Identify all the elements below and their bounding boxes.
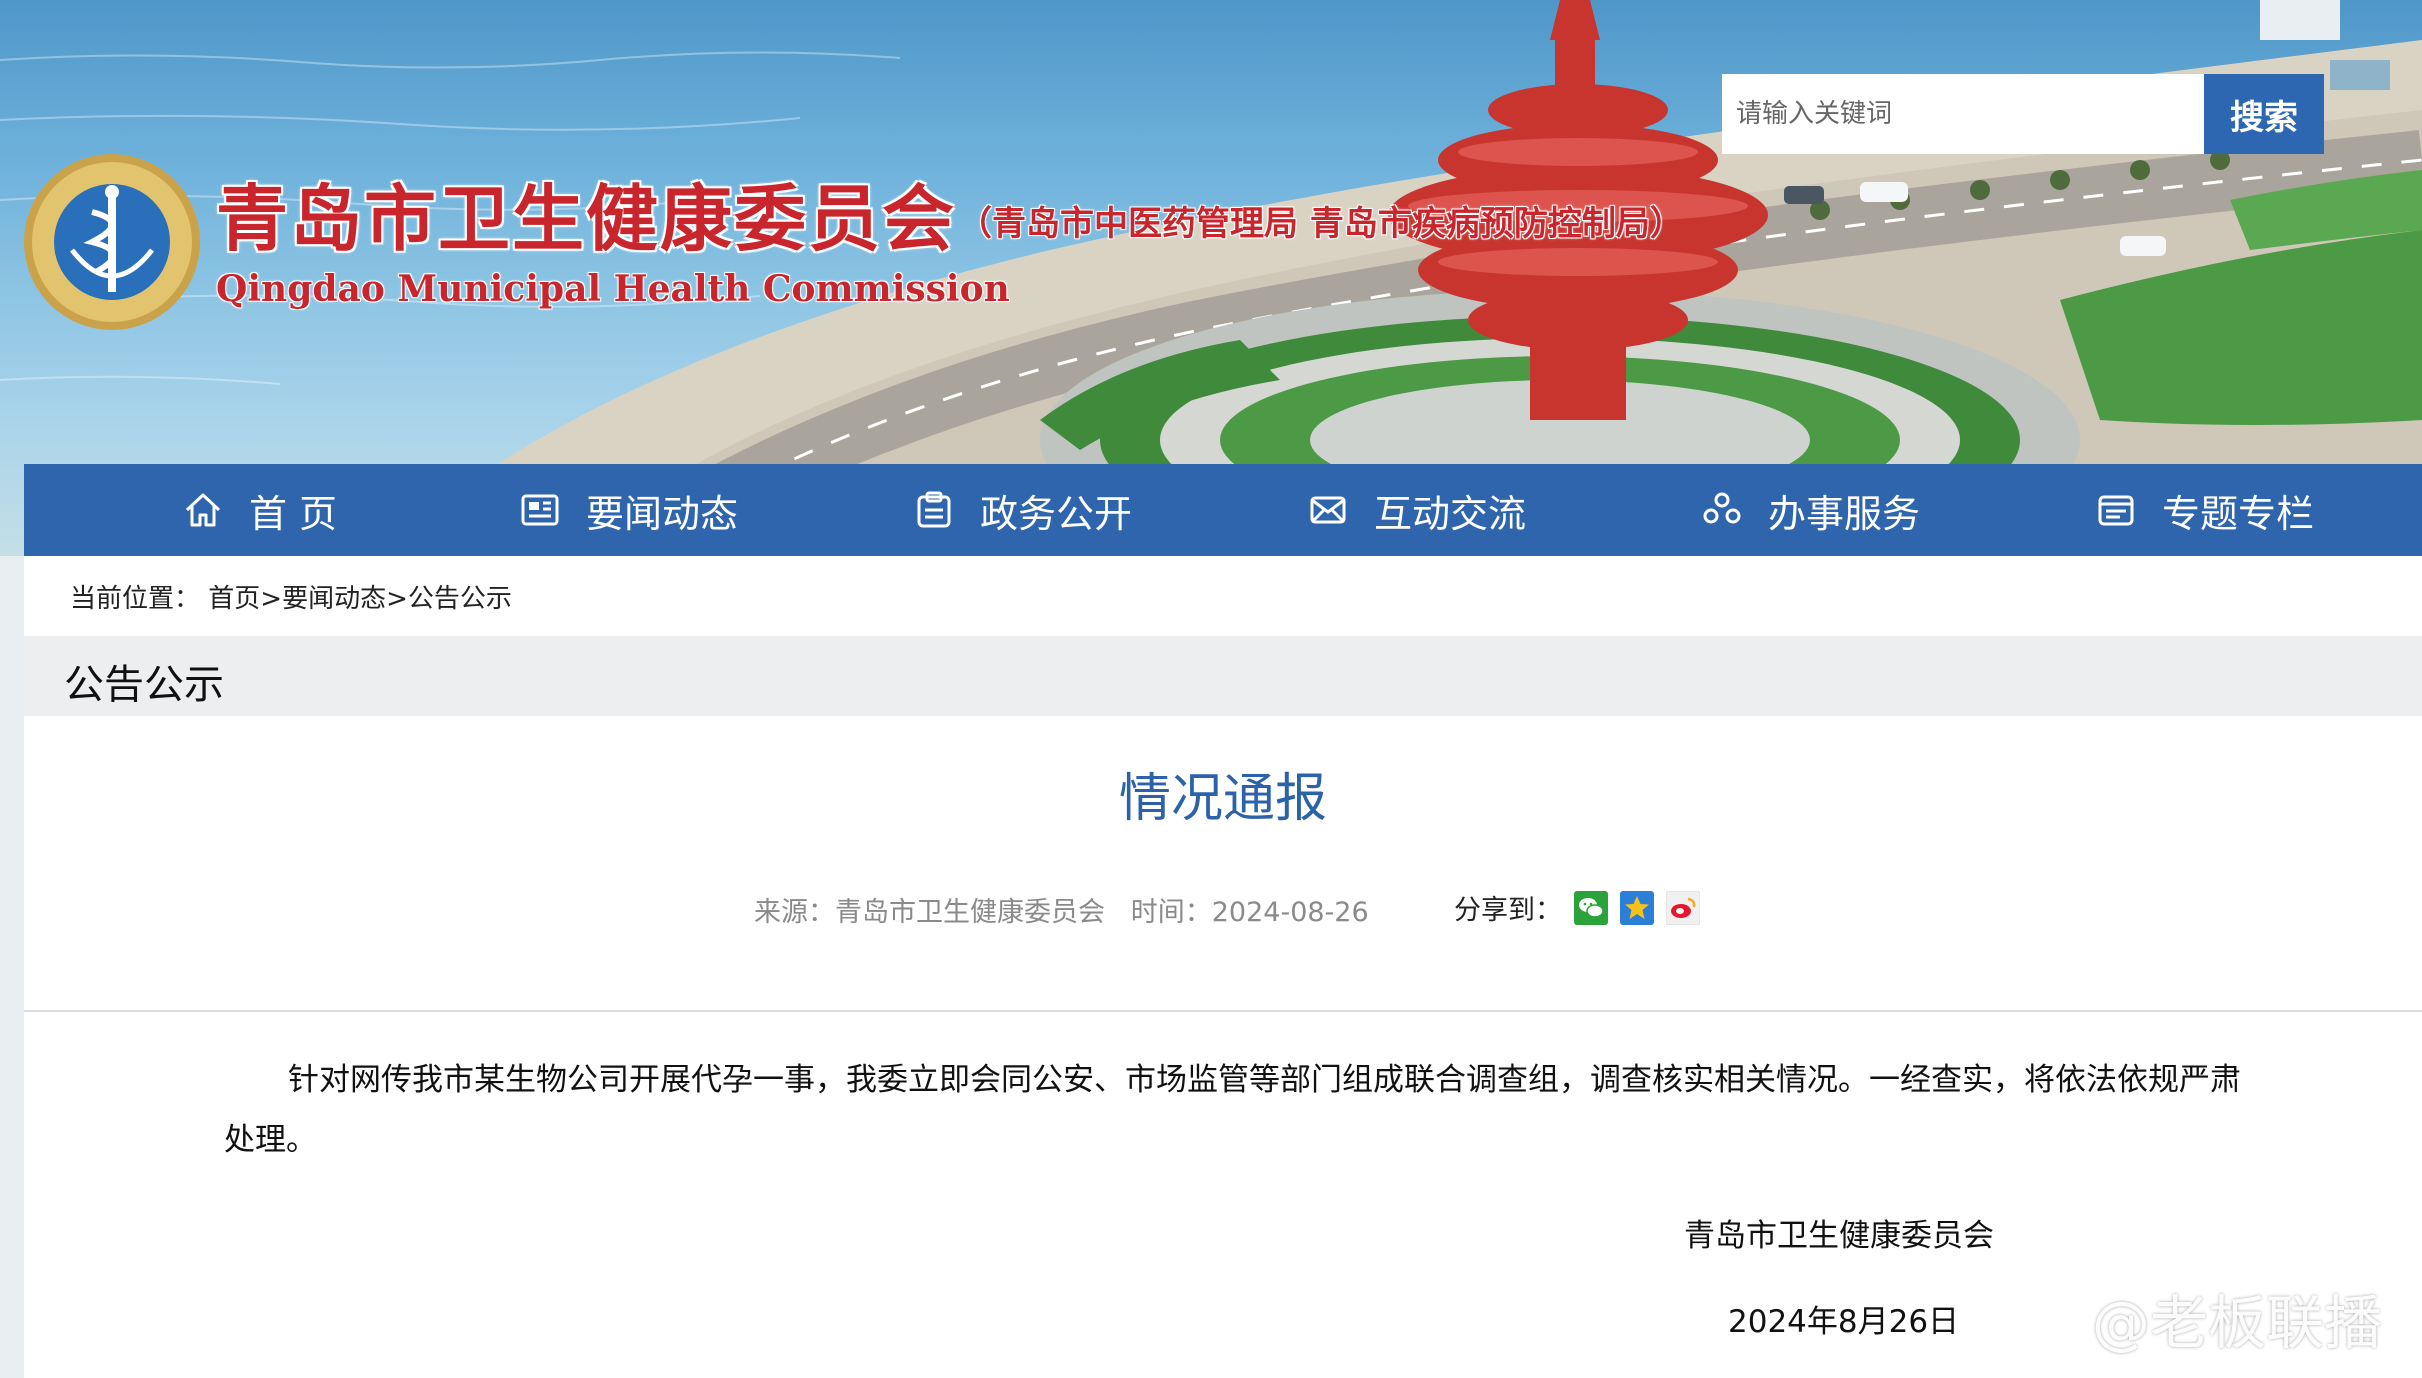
nav-item-label: 办事服务 (1767, 491, 1920, 536)
article-title: 情况通报 (1118, 769, 1327, 829)
site-title: 青岛市卫生健康委员会 (216, 176, 957, 261)
service-icon (1700, 488, 1744, 532)
nav-item-services[interactable]: 办事服务 (1680, 464, 1940, 556)
home-icon (181, 488, 225, 532)
watermark: @老板联播 (2000, 1278, 2382, 1358)
search-button[interactable]: 搜索 (2204, 74, 2324, 154)
share-label: 分享到： (1454, 895, 1562, 926)
breadcrumb: 当前位置： 首页>要闻动态>公告公示 (70, 578, 512, 615)
section-title: 公告公示 (64, 662, 224, 708)
site-subtitle: （青岛市中医药管理局 青岛市疾病预防控制局） (958, 204, 1684, 244)
signature-org: 青岛市卫生健康委员会 (1684, 1218, 1994, 1254)
newspaper-icon (518, 488, 562, 532)
qzone-icon[interactable] (1620, 890, 1654, 925)
nav-item-label: 互动交流 (1373, 491, 1526, 536)
nav-item-gov-affairs[interactable]: 政务公开 (892, 464, 1152, 556)
clipboard-icon (912, 488, 956, 532)
breadcrumb-separator: > (260, 584, 283, 614)
time-label: 时间： (1130, 897, 1212, 928)
breadcrumb-home-link[interactable]: 首页 (208, 584, 260, 614)
nav-item-special-topics[interactable]: 专题专栏 (2074, 464, 2334, 556)
wechat-icon[interactable] (1574, 890, 1608, 925)
time-value: 2024-08-26 (1211, 897, 1369, 928)
main-nav: 首 页 要闻动态 政务公开 互动交流 办事服务 专题专栏 (24, 464, 2422, 556)
nav-item-label: 首 页 (248, 491, 338, 536)
nav-item-label: 政务公开 (979, 491, 1132, 536)
breadcrumb-news-link[interactable]: 要闻动态 (282, 584, 386, 614)
mail-icon (1306, 488, 1350, 532)
folder-icon (2094, 488, 2138, 532)
signature-date: 2024年8月26日 (1728, 1304, 1960, 1340)
content-divider (24, 1010, 2422, 1012)
nav-item-news[interactable]: 要闻动态 (498, 464, 758, 556)
site-english-name: Qingdao Municipal Health Commission (216, 268, 1010, 310)
breadcrumb-separator: > (386, 584, 408, 614)
nav-item-label: 要闻动态 (585, 491, 738, 536)
source-label: 来源： (754, 897, 835, 928)
health-commission-emblem-icon (22, 152, 202, 332)
breadcrumb-notice-link[interactable]: 公告公示 (408, 584, 512, 614)
source-value: 青岛市卫生健康委员会 (835, 897, 1105, 928)
section-header: 公告公示 (24, 636, 2422, 716)
weibo-icon[interactable] (1665, 890, 1701, 925)
weibo-logo-icon (2000, 1283, 2084, 1353)
nav-item-label: 专题专栏 (2161, 491, 2314, 536)
nav-item-home[interactable]: 首 页 (139, 464, 379, 556)
breadcrumb-prefix: 当前位置： (70, 584, 201, 614)
watermark-text: @老板联播 (2092, 1289, 2383, 1357)
nav-item-interaction[interactable]: 互动交流 (1286, 464, 1546, 556)
article-meta: 来源：青岛市卫生健康委员会 时间：2024-08-26 (754, 890, 1369, 929)
page-side-strip (0, 556, 24, 1378)
main-content: 当前位置： 首页>要闻动态>公告公示 公告公示 情况通报 来源：青岛市卫生健康委… (24, 556, 2422, 1378)
share-bar: 分享到： (1454, 888, 1701, 927)
search-input[interactable] (1722, 74, 2204, 154)
article-body: 针对网传我市某生物公司开展代孕一事，我委立即会同公安、市场监管等部门组成联合调查… (224, 1062, 2241, 1158)
